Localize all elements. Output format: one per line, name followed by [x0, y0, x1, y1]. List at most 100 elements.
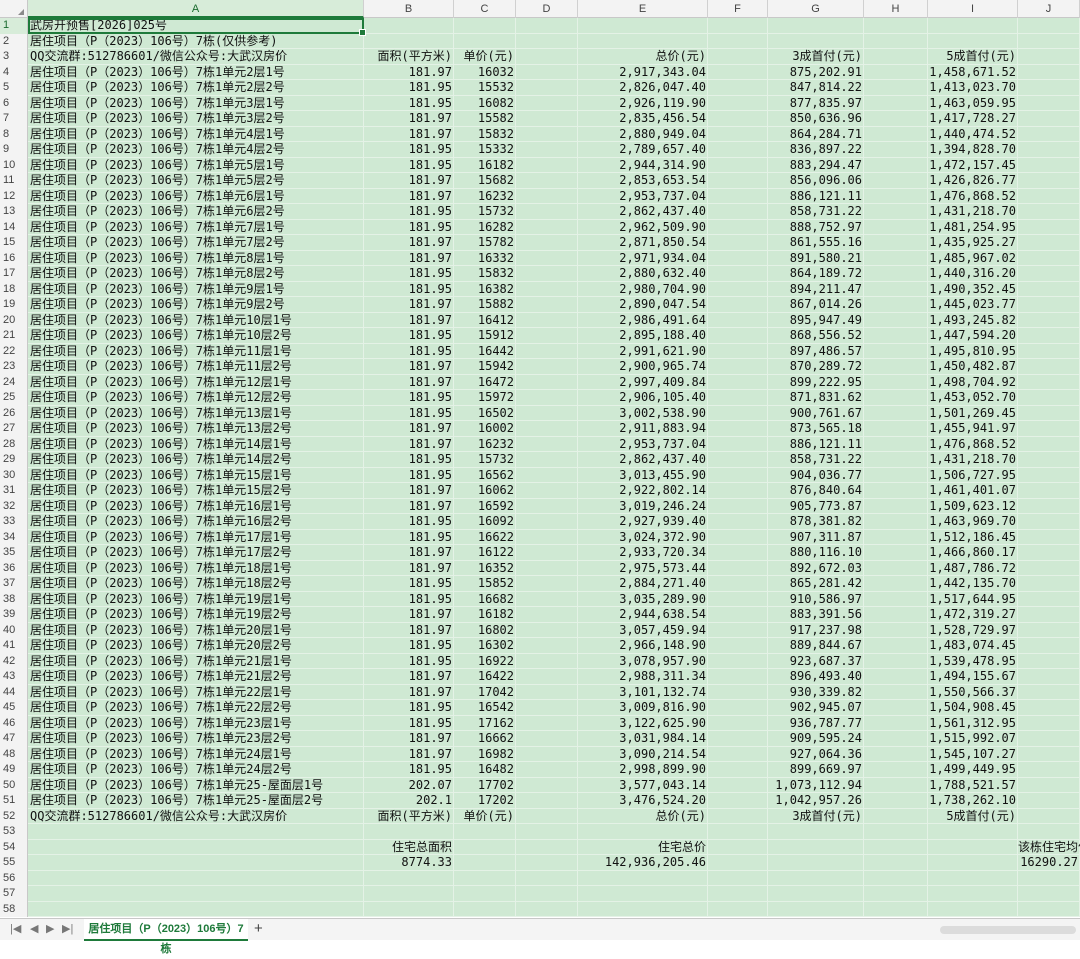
cell-e32[interactable]: 3,019,246.24: [578, 499, 708, 515]
cell-i9[interactable]: 1,394,828.70: [928, 142, 1018, 158]
cell-b52[interactable]: 面积(平方米): [364, 809, 454, 825]
cell-i50[interactable]: 1,788,521.57: [928, 778, 1018, 794]
cell-i35[interactable]: 1,466,860.17: [928, 545, 1018, 561]
cell-c33[interactable]: 16092: [454, 514, 516, 530]
row-header-3[interactable]: 3: [0, 49, 28, 65]
cell-g47[interactable]: 909,595.24: [768, 731, 864, 747]
cell-g17[interactable]: 864,189.72: [768, 266, 864, 282]
cell-g50[interactable]: 1,073,112.94: [768, 778, 864, 794]
cell-b30[interactable]: 181.95: [364, 468, 454, 484]
cell-c51[interactable]: 17202: [454, 793, 516, 809]
cell-e9[interactable]: 2,789,657.40: [578, 142, 708, 158]
cell-a25[interactable]: 居住项目（P（2023）106号）7栋1单元12层2号: [28, 390, 364, 406]
cell-g24[interactable]: 899,222.95: [768, 375, 864, 391]
row-header-38[interactable]: 38: [0, 591, 28, 607]
row-header-40[interactable]: 40: [0, 622, 28, 638]
cell-b49[interactable]: 181.95: [364, 762, 454, 778]
cell-a13[interactable]: 居住项目（P（2023）106号）7栋1单元6层2号: [28, 204, 364, 220]
cell-g21[interactable]: 868,556.52: [768, 328, 864, 344]
cell-i7[interactable]: 1,417,728.27: [928, 111, 1018, 127]
cell-i38[interactable]: 1,517,644.95: [928, 592, 1018, 608]
cell-i3[interactable]: 5成首付(元): [928, 49, 1018, 65]
cell-g42[interactable]: 923,687.37: [768, 654, 864, 670]
cell-i5[interactable]: 1,413,023.70: [928, 80, 1018, 96]
cell-e17[interactable]: 2,880,632.40: [578, 266, 708, 282]
column-header-f[interactable]: F: [708, 0, 768, 18]
cell-g44[interactable]: 930,339.82: [768, 685, 864, 701]
cell-a29[interactable]: 居住项目（P（2023）106号）7栋1单元14层2号: [28, 452, 364, 468]
cell-e48[interactable]: 3,090,214.54: [578, 747, 708, 763]
row-header-25[interactable]: 25: [0, 390, 28, 406]
cell-b12[interactable]: 181.97: [364, 189, 454, 205]
cell-c34[interactable]: 16622: [454, 530, 516, 546]
row-header-13[interactable]: 13: [0, 204, 28, 220]
prev-sheet-icon[interactable]: ◀: [30, 922, 38, 935]
row-header-30[interactable]: 30: [0, 467, 28, 483]
row-header-33[interactable]: 33: [0, 514, 28, 530]
cell-c48[interactable]: 16982: [454, 747, 516, 763]
row-header-16[interactable]: 16: [0, 250, 28, 266]
cell-c38[interactable]: 16682: [454, 592, 516, 608]
row-header-58[interactable]: 58: [0, 901, 28, 917]
cell-g11[interactable]: 856,096.06: [768, 173, 864, 189]
cell-c12[interactable]: 16232: [454, 189, 516, 205]
cell-g8[interactable]: 864,284.71: [768, 127, 864, 143]
cell-b43[interactable]: 181.97: [364, 669, 454, 685]
cell-i29[interactable]: 1,431,218.70: [928, 452, 1018, 468]
cell-g19[interactable]: 867,014.26: [768, 297, 864, 313]
row-header-54[interactable]: 54: [0, 839, 28, 855]
cell-e35[interactable]: 2,933,720.34: [578, 545, 708, 561]
last-sheet-icon[interactable]: ▶|: [62, 922, 73, 935]
cell-i16[interactable]: 1,485,967.02: [928, 251, 1018, 267]
cell-c23[interactable]: 15942: [454, 359, 516, 375]
cell-a22[interactable]: 居住项目（P（2023）106号）7栋1单元11层1号: [28, 344, 364, 360]
cell-g12[interactable]: 886,121.11: [768, 189, 864, 205]
cell-b48[interactable]: 181.97: [364, 747, 454, 763]
cell-c30[interactable]: 16562: [454, 468, 516, 484]
cell-g45[interactable]: 902,945.07: [768, 700, 864, 716]
cell-g26[interactable]: 900,761.67: [768, 406, 864, 422]
cell-e33[interactable]: 2,927,939.40: [578, 514, 708, 530]
cell-g6[interactable]: 877,835.97: [768, 96, 864, 112]
cell-g52[interactable]: 3成首付(元): [768, 809, 864, 825]
cell-a52[interactable]: QQ交流群:512786601/微信公众号:大武汉房价: [28, 809, 364, 825]
cell-b11[interactable]: 181.97: [364, 173, 454, 189]
cell-c10[interactable]: 16182: [454, 158, 516, 174]
cell-c3[interactable]: 单价(元): [454, 49, 516, 65]
cell-i48[interactable]: 1,545,107.27: [928, 747, 1018, 763]
cell-c28[interactable]: 16232: [454, 437, 516, 453]
cell-i17[interactable]: 1,440,316.20: [928, 266, 1018, 282]
row-header-15[interactable]: 15: [0, 235, 28, 251]
row-header-10[interactable]: 10: [0, 157, 28, 173]
cell-b6[interactable]: 181.95: [364, 96, 454, 112]
cell-g10[interactable]: 883,294.47: [768, 158, 864, 174]
cell-e26[interactable]: 3,002,538.90: [578, 406, 708, 422]
column-header-b[interactable]: B: [364, 0, 454, 18]
cell-a2[interactable]: 居住项目（P（2023）106号）7栋(仅供参考): [28, 34, 364, 50]
row-header-9[interactable]: 9: [0, 142, 28, 158]
cell-i14[interactable]: 1,481,254.95: [928, 220, 1018, 236]
cell-i22[interactable]: 1,495,810.95: [928, 344, 1018, 360]
row-header-56[interactable]: 56: [0, 870, 28, 886]
cell-e3[interactable]: 总价(元): [578, 49, 708, 65]
cell-b46[interactable]: 181.95: [364, 716, 454, 732]
cell-i11[interactable]: 1,426,826.77: [928, 173, 1018, 189]
row-header-34[interactable]: 34: [0, 529, 28, 545]
cell-grid[interactable]: 武房开预售[2026]025号 居住项目（P（2023）106号）7栋(仅供参考)…: [28, 18, 1080, 917]
cell-a15[interactable]: 居住项目（P（2023）106号）7栋1单元7层2号: [28, 235, 364, 251]
row-header-44[interactable]: 44: [0, 684, 28, 700]
cell-a48[interactable]: 居住项目（P（2023）106号）7栋1单元24层1号: [28, 747, 364, 763]
cell-e36[interactable]: 2,975,573.44: [578, 561, 708, 577]
cell-e52[interactable]: 总价(元): [578, 809, 708, 825]
cell-c24[interactable]: 16472: [454, 375, 516, 391]
cell-c27[interactable]: 16002: [454, 421, 516, 437]
cell-c20[interactable]: 16412: [454, 313, 516, 329]
cell-a42[interactable]: 居住项目（P（2023）106号）7栋1单元21层1号: [28, 654, 364, 670]
row-header-27[interactable]: 27: [0, 421, 28, 437]
cell-i30[interactable]: 1,506,727.95: [928, 468, 1018, 484]
cell-a39[interactable]: 居住项目（P（2023）106号）7栋1单元19层2号: [28, 607, 364, 623]
horizontal-scrollbar[interactable]: [940, 926, 1076, 934]
cell-c49[interactable]: 16482: [454, 762, 516, 778]
cell-i51[interactable]: 1,738,262.10: [928, 793, 1018, 809]
cell-b24[interactable]: 181.97: [364, 375, 454, 391]
